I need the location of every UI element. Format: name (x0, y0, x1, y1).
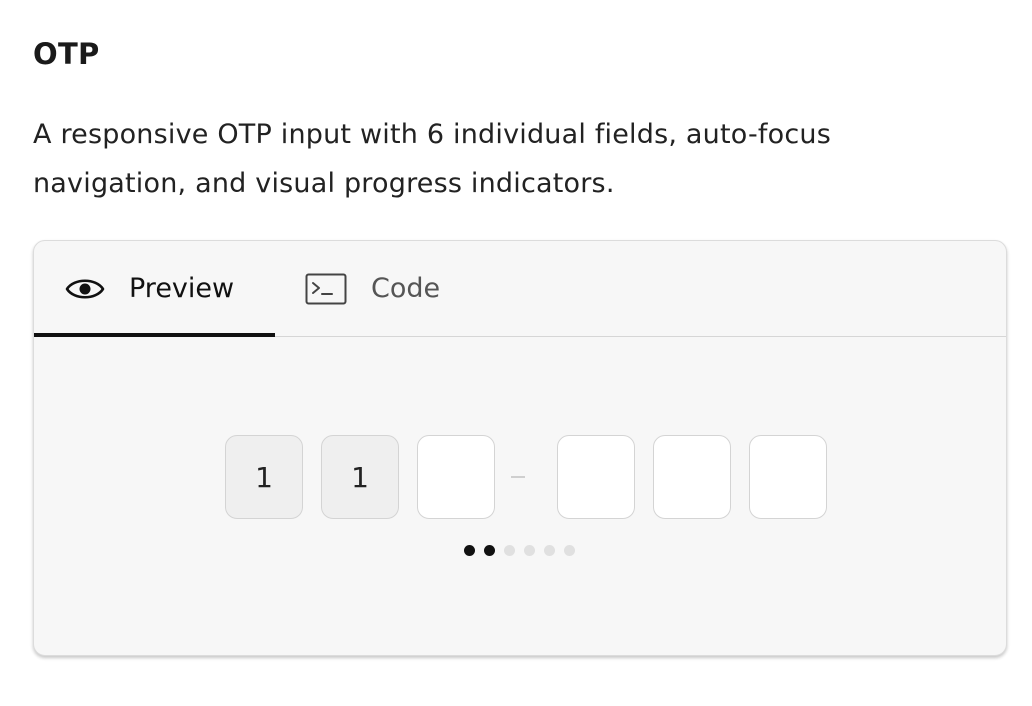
progress-indicator (464, 545, 575, 556)
otp-input-group: 1 1 (225, 434, 827, 520)
otp-field-2[interactable]: 1 (321, 435, 399, 519)
tab-code[interactable]: Code (305, 241, 440, 336)
otp-separator (511, 476, 525, 478)
tab-preview-label: Preview (129, 273, 235, 304)
page-description: A responsive OTP input with 6 individual… (33, 119, 831, 199)
otp-field-1[interactable]: 1 (225, 435, 303, 519)
progress-dot (484, 545, 495, 556)
progress-dot (564, 545, 575, 556)
otp-field-5[interactable] (653, 435, 731, 519)
progress-dot (504, 545, 515, 556)
tab-bar: Preview Code (34, 241, 1006, 337)
tab-code-label: Code (371, 273, 441, 304)
component-preview-card: Preview Code 1 1 (33, 240, 1007, 656)
terminal-icon (305, 273, 347, 305)
otp-field-3[interactable] (417, 435, 495, 519)
progress-dot (464, 545, 475, 556)
otp-field-6[interactable] (749, 435, 827, 519)
active-tab-indicator (34, 333, 275, 337)
otp-field-4[interactable] (557, 435, 635, 519)
eye-icon (65, 274, 105, 304)
progress-dot (544, 545, 555, 556)
progress-dot (524, 545, 535, 556)
page-title: OTP (33, 37, 100, 71)
tab-preview[interactable]: Preview (34, 241, 275, 337)
